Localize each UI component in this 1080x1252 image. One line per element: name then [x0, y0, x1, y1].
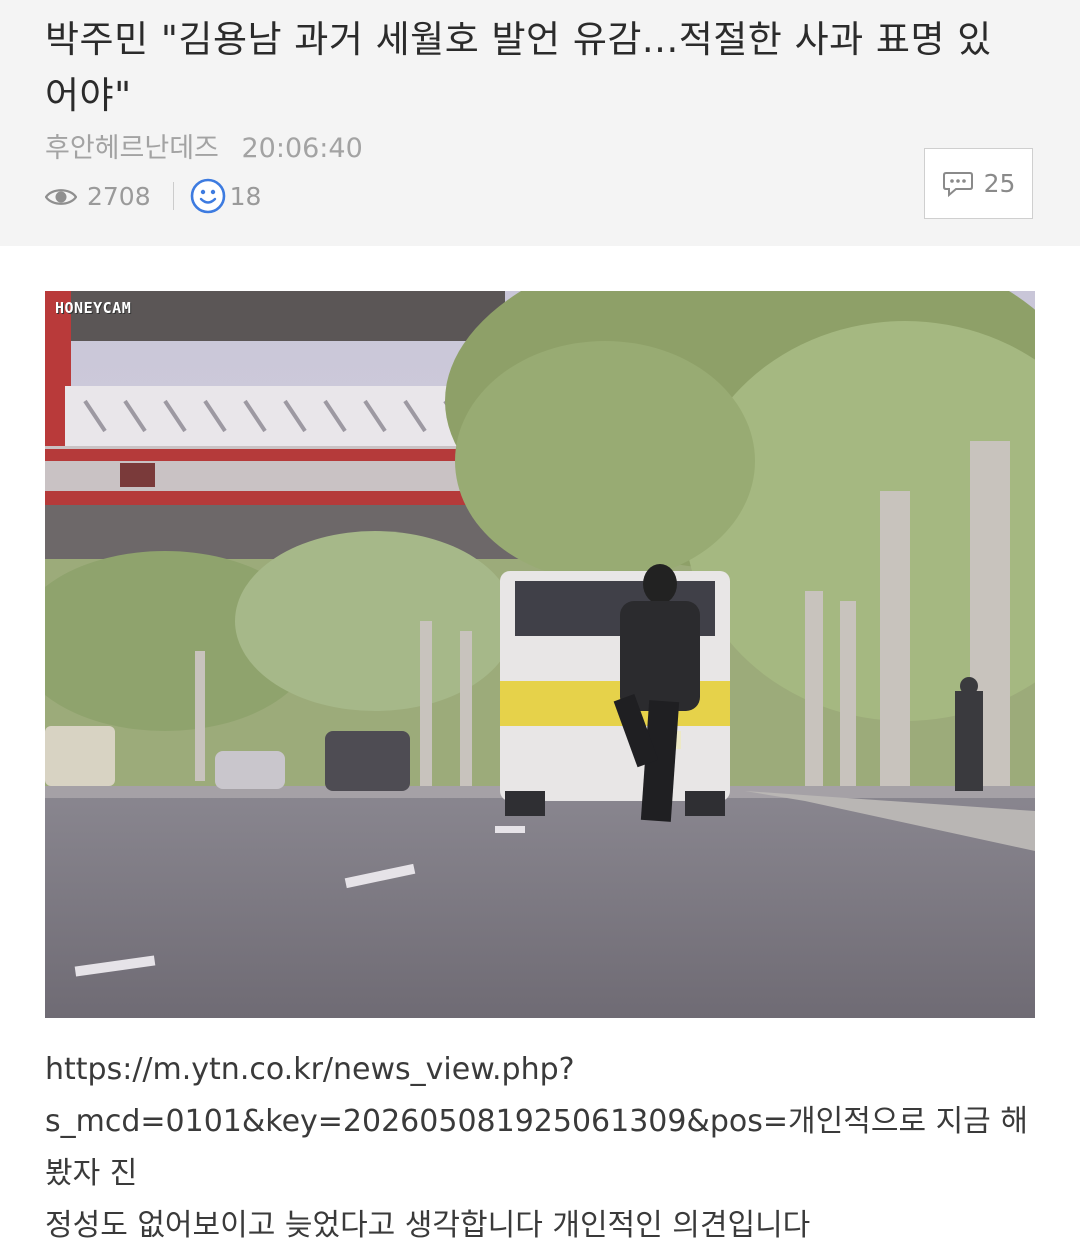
like-count: 18	[229, 181, 262, 211]
eye-icon	[44, 185, 78, 207]
post-header: 박주민 "김용남 과거 세월호 발언 유감...적절한 사과 표명 있어야" 후…	[0, 0, 1080, 246]
view-count: 2708	[87, 181, 151, 211]
body-line: s_mcd=0101&key=202605081925061309&pos=개인…	[45, 1104, 1028, 1191]
comment-count: 25	[983, 169, 1016, 198]
post-meta: 후안헤르난데즈 20:06:40	[45, 126, 363, 165]
body-line: 정성도 없어보이고 늦었다고 생각합니다 개인적인 의견입니다	[45, 1208, 811, 1243]
speech-bubble-icon	[942, 170, 974, 198]
post-title: 박주민 "김용남 과거 세월호 발언 유감...적절한 사과 표명 있어야"	[45, 18, 992, 117]
comments-button[interactable]: 25	[924, 148, 1033, 219]
post-image: HONEYCAM	[45, 291, 1035, 1018]
author-name[interactable]: 후안헤르난데즈	[45, 133, 219, 164]
post-body: https://m.ytn.co.kr/news_view.php? s_mcd…	[45, 1044, 1045, 1252]
post-stats: 2708 18	[44, 176, 262, 216]
smile-icon[interactable]	[190, 178, 226, 214]
post-time: 20:06:40	[241, 133, 363, 164]
article-link[interactable]: https://m.ytn.co.kr/news_view.php?	[45, 1044, 1045, 1096]
stats-divider	[172, 182, 174, 210]
watermark: HONEYCAM	[55, 299, 132, 317]
street-scene-image	[45, 291, 1035, 1018]
